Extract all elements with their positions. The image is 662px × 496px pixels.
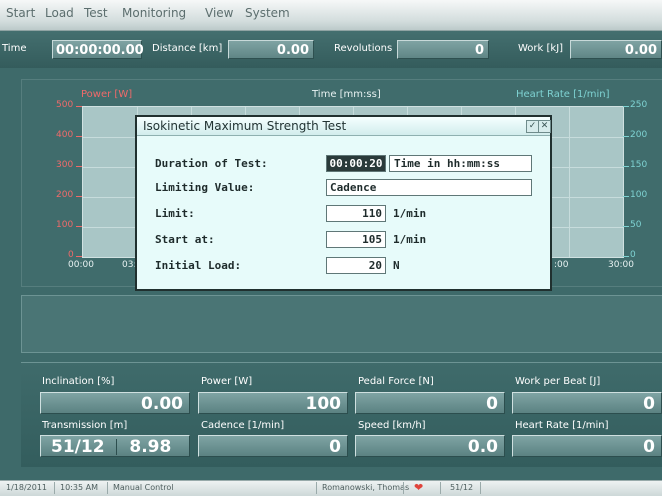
close-icon[interactable]: ✕	[538, 120, 551, 133]
work-label: Work [kJ]	[518, 43, 564, 54]
status-date: 1/18/2011	[6, 483, 48, 492]
menu-system[interactable]: System	[245, 6, 290, 20]
menu-load[interactable]: Load	[45, 6, 74, 20]
cadence-label: Cadence [1/min]	[201, 420, 285, 431]
limiting-value-label: Limiting Value:	[155, 181, 255, 194]
info-panel	[21, 295, 662, 353]
time-value: 00:00:00.00	[52, 40, 144, 59]
work-per-beat-value: 0	[512, 392, 662, 414]
y-left-tick: 0	[68, 250, 74, 260]
menu-bar: Start Load Test Monitoring View System	[0, 0, 662, 31]
y-left-tick: 500	[56, 100, 74, 110]
initial-load-input[interactable]: 20	[326, 257, 386, 274]
power-label: Power [W]	[201, 376, 253, 387]
y-right-tick: 0	[630, 250, 636, 260]
top-readouts: Time 00:00:00.00 Distance [km] 0.00 Revo…	[0, 31, 662, 68]
status-gear: 51/12	[450, 483, 474, 492]
menu-view[interactable]: View	[205, 6, 233, 20]
isokinetic-test-dialog: Isokinetic Maximum Strength Test ✓ ✕ Dur…	[135, 115, 552, 291]
initial-load-label: Initial Load:	[155, 259, 242, 272]
heart-rate-value: 0	[512, 435, 662, 457]
x-tick: 30:00	[608, 260, 634, 270]
metrics-panel: Inclination [%] 0.00 Power [W] 100 Pedal…	[21, 362, 662, 467]
limit-input[interactable]: 110	[326, 205, 386, 222]
dialog-title: Isokinetic Maximum Strength Test	[143, 119, 347, 133]
y-right-tick: 100	[630, 190, 648, 200]
duration-label: Duration of Test:	[155, 157, 268, 170]
y-right-tick: 50	[630, 220, 642, 230]
heart-rate-label: Heart Rate [1/min]	[515, 420, 609, 431]
pedal-force-label: Pedal Force [N]	[358, 376, 434, 387]
y-left-tick: 100	[56, 220, 74, 230]
status-mode: Manual Control	[113, 483, 174, 492]
status-user: Romanowski, Thomas	[322, 483, 410, 492]
start-at-unit: 1/min	[393, 233, 427, 246]
initial-load-unit: N	[393, 259, 400, 272]
y-right-tick: 200	[630, 130, 648, 140]
y-left-tick: 400	[56, 130, 74, 140]
work-per-beat-label: Work per Beat [J]	[515, 376, 601, 387]
speed-label: Speed [km/h]	[358, 420, 426, 431]
duration-hint: Time in hh:mm:ss	[389, 155, 532, 172]
limit-label: Limit:	[155, 207, 195, 220]
transmission-label: Transmission [m]	[42, 420, 128, 431]
dialog-title-bar: Isokinetic Maximum Strength Test ✓ ✕	[137, 117, 551, 136]
status-bar: 1/18/2011 10:35 AM Manual Control Romano…	[0, 480, 662, 496]
pedal-force-value: 0	[355, 392, 505, 414]
duration-input[interactable]: 00:00:20	[326, 155, 386, 172]
start-at-label: Start at:	[155, 233, 215, 246]
power-value: 100	[198, 392, 348, 414]
transmission-gear: 51/12	[51, 437, 105, 457]
menu-start[interactable]: Start	[6, 6, 35, 20]
x-tick: 00:00	[68, 260, 94, 270]
cadence-value: 0	[198, 435, 348, 457]
x-tick: :00	[554, 260, 569, 270]
revolutions-value: 0	[397, 40, 489, 59]
start-at-input[interactable]: 105	[326, 231, 386, 248]
transmission-value: 51/12 8.98	[40, 435, 190, 457]
y-left-tick: 200	[56, 190, 74, 200]
inclination-value: 0.00	[40, 392, 190, 414]
y-right-tick: 150	[630, 160, 648, 170]
transmission-distance: 8.98	[129, 437, 172, 457]
menu-test[interactable]: Test	[84, 6, 108, 20]
time-axis-label: Time [mm:ss]	[312, 89, 381, 100]
inclination-label: Inclination [%]	[42, 376, 115, 387]
time-label: Time	[2, 43, 27, 54]
power-axis-label: Power [W]	[81, 89, 133, 100]
distance-value: 0.00	[228, 40, 314, 59]
heart-icon: ❤	[414, 481, 424, 494]
limiting-value-select[interactable]: Cadence	[326, 179, 532, 196]
limit-unit: 1/min	[393, 207, 427, 220]
work-value: 0.00	[570, 40, 662, 59]
y-left-tick: 300	[56, 160, 74, 170]
distance-label: Distance [km]	[152, 43, 223, 54]
revolutions-label: Revolutions	[334, 43, 393, 54]
status-time: 10:35 AM	[60, 483, 98, 492]
y-right-tick: 250	[630, 100, 648, 110]
heart-rate-axis-label: Heart Rate [1/min]	[516, 89, 610, 100]
speed-value: 0.0	[355, 435, 505, 457]
menu-monitoring[interactable]: Monitoring	[122, 6, 186, 20]
